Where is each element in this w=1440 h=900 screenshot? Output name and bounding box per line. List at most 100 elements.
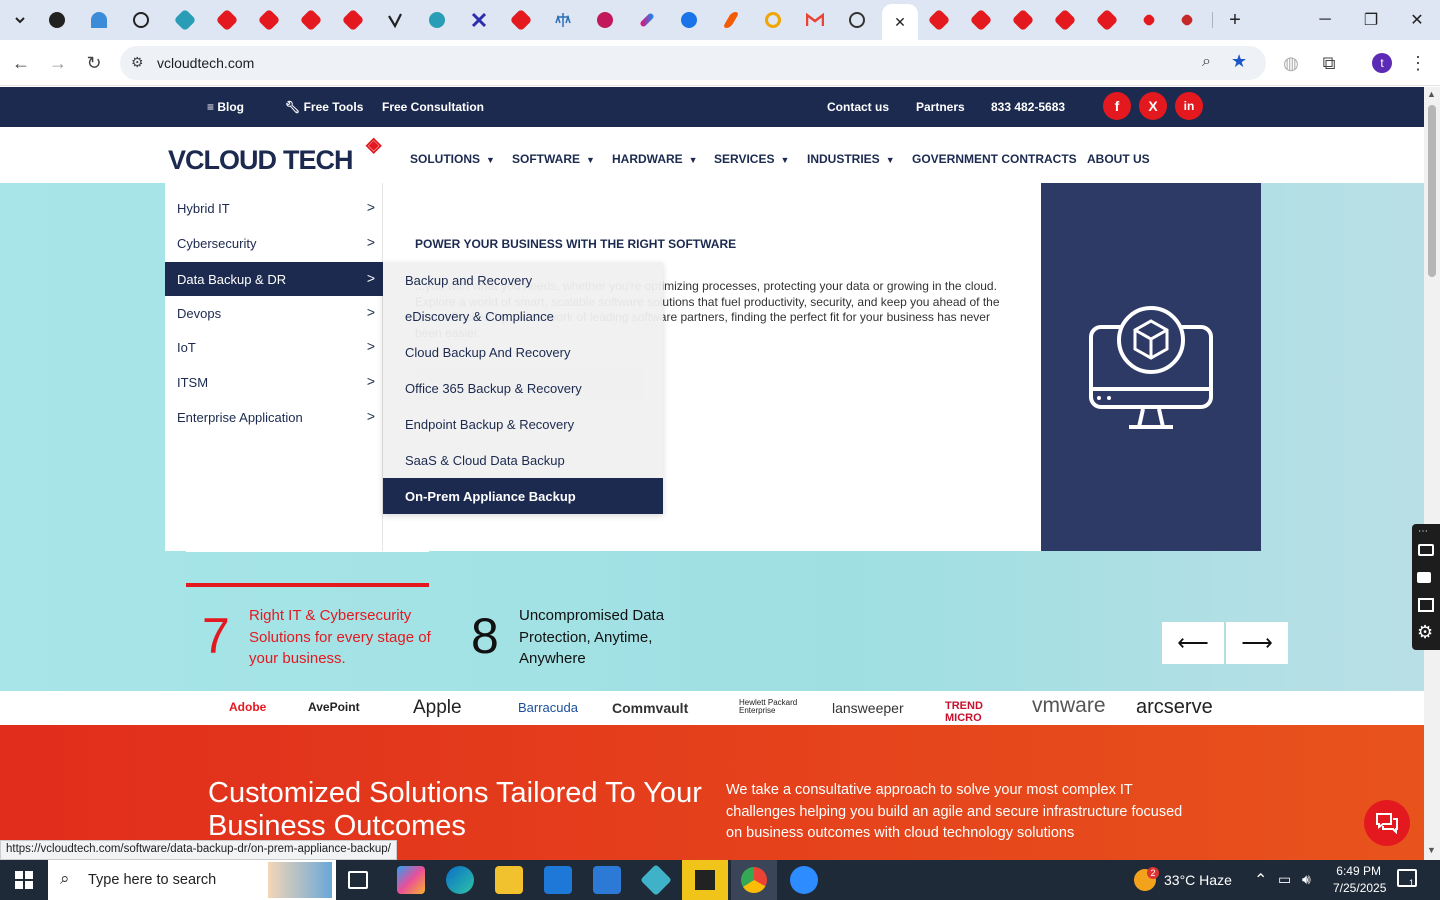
taskbar-search-box[interactable]: ⌕ Type here to search bbox=[48, 860, 336, 900]
minimize-button[interactable]: ─ bbox=[1302, 0, 1348, 40]
more-options-icon[interactable]: ⋯ bbox=[1418, 526, 1428, 537]
start-button[interactable] bbox=[0, 860, 48, 900]
chrome-button[interactable] bbox=[731, 860, 777, 900]
tab-10[interactable] bbox=[422, 6, 452, 34]
tab-11[interactable] bbox=[464, 6, 494, 34]
tab-24[interactable] bbox=[1008, 6, 1038, 34]
chevron-up-icon[interactable]: ⌃ bbox=[1254, 870, 1267, 890]
scroll-down-icon[interactable]: ▼ bbox=[1427, 845, 1436, 855]
category-devops[interactable]: Devops > bbox=[165, 296, 383, 330]
site-logo[interactable]: VCLOUD TECH ◈ bbox=[168, 134, 381, 176]
contact-link[interactable]: Contact us bbox=[827, 100, 889, 114]
chat-button[interactable] bbox=[1364, 800, 1410, 846]
tab-4[interactable] bbox=[170, 6, 200, 34]
tab-13[interactable] bbox=[548, 6, 578, 34]
tab-1[interactable] bbox=[42, 6, 72, 34]
copilot-icon[interactable] bbox=[397, 866, 425, 894]
zoom-app-icon[interactable] bbox=[790, 866, 818, 894]
submenu-item[interactable]: Office 365 Backup & Recovery bbox=[383, 370, 663, 406]
camera-icon[interactable] bbox=[1418, 544, 1434, 556]
tab-25[interactable] bbox=[1050, 6, 1080, 34]
free-tools-link[interactable]: 🔧︎ Free Tools bbox=[285, 100, 363, 114]
nav-government-contracts[interactable]: GOVERNMENT CONTRACTS bbox=[912, 152, 1077, 166]
nav-software[interactable]: SOFTWARE ▼ bbox=[512, 152, 595, 166]
phone-link[interactable]: 833 482-5683 bbox=[991, 100, 1065, 114]
tab-9[interactable] bbox=[380, 6, 410, 34]
x-twitter-icon[interactable]: X bbox=[1139, 92, 1167, 120]
facebook-icon[interactable]: f bbox=[1103, 92, 1131, 120]
page-scrollbar[interactable]: ▲ ▼ bbox=[1424, 87, 1440, 860]
submenu-item[interactable]: Backup and Recovery bbox=[383, 262, 663, 298]
linkedin-icon[interactable]: in bbox=[1175, 92, 1203, 120]
clock-date[interactable]: 7/25/2025 bbox=[1333, 881, 1386, 895]
close-window-button[interactable]: ✕ bbox=[1394, 0, 1440, 40]
file-explorer-icon[interactable] bbox=[495, 866, 523, 894]
volume-icon[interactable]: 🔊︎ bbox=[1302, 871, 1311, 888]
nav-services[interactable]: SERVICES ▼ bbox=[714, 152, 789, 166]
notification-center-button[interactable]: 1 bbox=[1397, 869, 1417, 888]
zoom-icon[interactable]: ⌕ bbox=[1202, 53, 1211, 71]
carousel-next-button[interactable]: ⟶ bbox=[1226, 622, 1288, 664]
forward-button[interactable]: → bbox=[43, 48, 73, 78]
tab-14[interactable] bbox=[590, 6, 620, 34]
clock-time[interactable]: 6:49 PM bbox=[1333, 864, 1381, 878]
free-consultation-link[interactable]: Free Consultation bbox=[382, 100, 484, 114]
partners-link[interactable]: Partners bbox=[916, 100, 965, 114]
category-hybrid-it[interactable]: Hybrid IT > bbox=[165, 191, 383, 225]
profile-button[interactable]: t bbox=[1367, 48, 1397, 78]
reload-button[interactable]: ↻ bbox=[79, 48, 109, 78]
tab-gmail[interactable] bbox=[800, 6, 830, 34]
store-icon[interactable] bbox=[544, 866, 572, 894]
tab-27[interactable] bbox=[1134, 6, 1164, 34]
menu-button[interactable]: ⋮ bbox=[1403, 48, 1433, 78]
url-text[interactable]: vcloudtech.com bbox=[157, 55, 254, 71]
category-enterprise-application[interactable]: Enterprise Application > bbox=[165, 400, 383, 434]
app-icon[interactable] bbox=[640, 864, 672, 896]
maximize-button[interactable]: ❐ bbox=[1348, 0, 1394, 40]
tab-20[interactable] bbox=[842, 6, 872, 34]
tab-15[interactable] bbox=[632, 6, 662, 34]
category-cybersecurity[interactable]: Cybersecurity > bbox=[165, 226, 383, 260]
nav-hardware[interactable]: HARDWARE ▼ bbox=[612, 152, 698, 166]
tab-6[interactable] bbox=[254, 6, 284, 34]
nav-industries[interactable]: INDUSTRIES ▼ bbox=[807, 152, 895, 166]
site-info-icon[interactable]: ⚙ bbox=[131, 54, 144, 71]
nav-solutions[interactable]: SOLUTIONS ▼ bbox=[410, 152, 495, 166]
tab-26[interactable] bbox=[1092, 6, 1122, 34]
tab-7[interactable] bbox=[296, 6, 326, 34]
window-capture-icon[interactable] bbox=[1418, 598, 1434, 612]
new-tab-button[interactable]: + bbox=[1220, 6, 1250, 34]
mail-icon[interactable] bbox=[593, 866, 621, 894]
submenu-item[interactable]: Endpoint Backup & Recovery bbox=[383, 406, 663, 442]
sticky-notes-button[interactable] bbox=[682, 860, 728, 900]
task-view-icon[interactable] bbox=[348, 871, 368, 889]
settings-gear-icon[interactable]: ⚙ bbox=[1417, 622, 1433, 643]
tab-22[interactable] bbox=[924, 6, 954, 34]
tab-28[interactable] bbox=[1172, 6, 1202, 34]
video-icon[interactable] bbox=[1417, 572, 1431, 583]
category-itsm[interactable]: ITSM > bbox=[165, 365, 383, 399]
close-tab-icon[interactable]: ✕ bbox=[894, 14, 906, 31]
submenu-item-selected[interactable]: On-Prem Appliance Backup bbox=[383, 478, 663, 514]
submenu-item[interactable]: Cloud Backup And Recovery bbox=[383, 334, 663, 370]
category-iot[interactable]: IoT > bbox=[165, 330, 383, 364]
category-data-backup-dr[interactable]: Data Backup & DR > bbox=[165, 262, 383, 296]
edge-icon[interactable] bbox=[446, 866, 474, 894]
carousel-prev-button[interactable]: ⟵ bbox=[1162, 622, 1224, 664]
tab-8[interactable] bbox=[338, 6, 368, 34]
scrollbar-thumb[interactable] bbox=[1428, 105, 1436, 277]
tab-5[interactable] bbox=[212, 6, 242, 34]
tab-16[interactable] bbox=[674, 6, 704, 34]
tab-12[interactable] bbox=[506, 6, 536, 34]
tab-2[interactable] bbox=[84, 6, 114, 34]
weather-widget[interactable]: 2 33°C Haze bbox=[1130, 860, 1248, 900]
submenu-item[interactable]: eDiscovery & Compliance bbox=[383, 298, 663, 334]
nav-about-us[interactable]: ABOUT US bbox=[1087, 152, 1150, 166]
scroll-up-icon[interactable]: ▲ bbox=[1427, 89, 1436, 99]
tab-17[interactable] bbox=[716, 6, 746, 34]
bookmark-star-icon[interactable]: ★ bbox=[1231, 51, 1247, 72]
tab-18[interactable] bbox=[758, 6, 788, 34]
tab-active-vcloudtech[interactable]: ✕ bbox=[882, 4, 918, 40]
network-icon[interactable]: ▭ bbox=[1278, 871, 1291, 888]
tab-3[interactable] bbox=[126, 6, 156, 34]
